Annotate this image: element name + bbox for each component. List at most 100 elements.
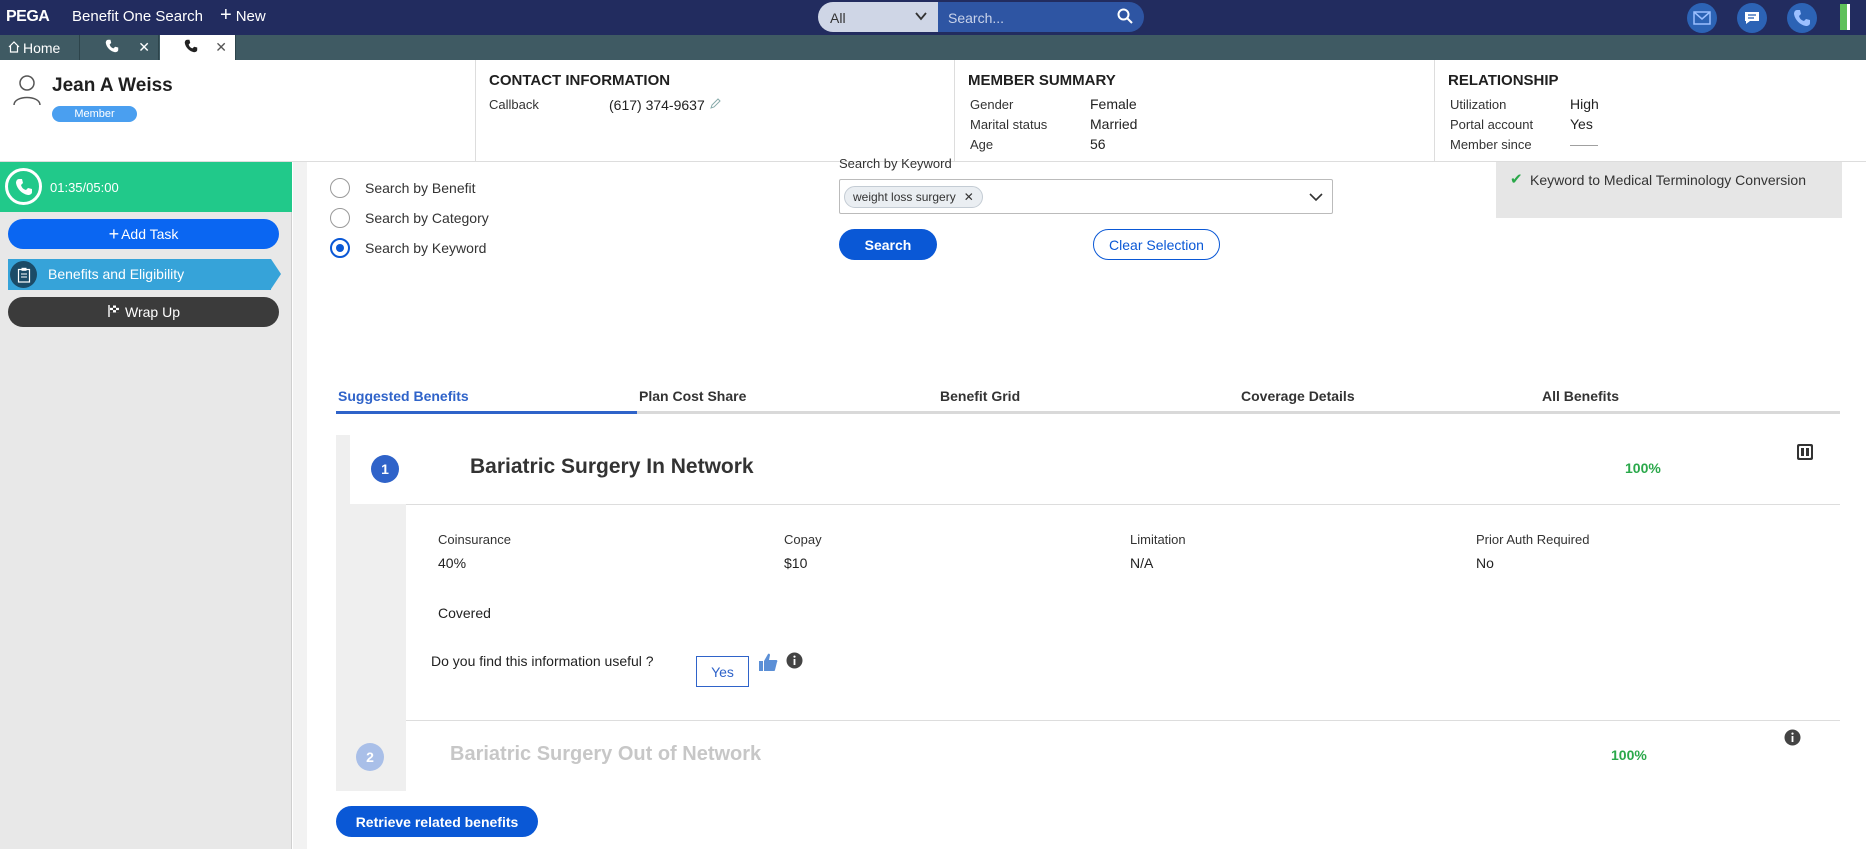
radio-dot-selected <box>330 238 350 258</box>
info-icon[interactable] <box>786 652 803 674</box>
member-summary: MEMBER SUMMARY Gender Female Marital sta… <box>954 60 1434 162</box>
phone-icon <box>105 39 119 56</box>
coinsurance-value: 40% <box>438 555 467 571</box>
thumbs-up-icon[interactable] <box>757 651 779 678</box>
relationship: RELATIONSHIP Utilization High Portal acc… <box>1434 60 1866 162</box>
global-search: All Search... <box>818 2 1144 32</box>
tab-bar: Home ✕ ✕ <box>0 35 1866 60</box>
pega-logo[interactable]: PEGA <box>6 8 50 26</box>
age-label: Age <box>970 137 994 152</box>
new-button[interactable]: + New <box>220 5 266 25</box>
benefit-1-rank: 1 <box>350 435 420 504</box>
email-icon[interactable] <box>1687 3 1717 33</box>
clear-selection-button[interactable]: Clear Selection <box>1093 229 1220 260</box>
timer-value: 01:35/05:00 <box>50 180 119 195</box>
tab-home-label: Home <box>23 39 61 56</box>
keyword-conversion-panel: ✔ Keyword to Medical Terminology Convers… <box>1496 162 1842 218</box>
plus-icon: + <box>220 4 232 26</box>
nav-arrow <box>271 259 281 289</box>
book-icon[interactable] <box>1796 443 1814 466</box>
radio-search-by-keyword[interactable]: Search by Keyword <box>330 238 486 258</box>
phone-icon[interactable] <box>1787 3 1817 33</box>
relationship-title: RELATIONSHIP <box>1448 72 1559 89</box>
benefit-1-title[interactable]: Bariatric Surgery In Network <box>470 455 754 479</box>
retrieve-related-benefits-button[interactable]: Retrieve related benefits <box>336 806 538 837</box>
tab-plan-cost-share[interactable]: Plan Cost Share <box>639 388 746 404</box>
tab-call-1[interactable]: ✕ <box>81 35 159 60</box>
callback-label: Callback <box>489 97 539 112</box>
close-icon[interactable]: ✕ <box>138 39 150 56</box>
chat-icon[interactable] <box>1737 3 1767 33</box>
benefit-1-match-percent: 100% <box>1625 460 1661 476</box>
radio-dot <box>330 208 350 228</box>
portal-value: Yes <box>1570 116 1593 132</box>
call-timer: 01:35/05:00 <box>0 162 292 212</box>
top-bar: PEGA Benefit One Search + New All Search.… <box>0 0 1866 35</box>
limitation-label: Limitation <box>1130 532 1186 547</box>
search-button[interactable]: Search <box>839 229 937 260</box>
portal-label: Portal account <box>1450 117 1534 132</box>
marital-value: Married <box>1090 116 1138 132</box>
tab-all-benefits[interactable]: All Benefits <box>1542 388 1619 404</box>
edit-pencil-icon[interactable] <box>709 97 721 115</box>
keyword-chip: weight loss surgery ✕ <box>844 186 983 208</box>
radio-label: Search by Category <box>365 210 489 226</box>
radio-label: Search by Keyword <box>365 240 487 256</box>
keyword-input[interactable]: weight loss surgery ✕ <box>839 179 1333 214</box>
plus-icon: + <box>108 223 120 244</box>
prior-auth-label: Prior Auth Required <box>1476 532 1590 547</box>
utilization-label: Utilization <box>1450 97 1507 112</box>
close-icon[interactable]: ✕ <box>215 39 227 56</box>
status-indicator <box>1840 4 1850 30</box>
keyword-label: Search by Keyword <box>839 156 952 171</box>
divider <box>406 504 1840 505</box>
chevron-down-icon[interactable] <box>1308 189 1324 210</box>
app-title[interactable]: Benefit One Search <box>72 8 203 25</box>
search-scope-select[interactable]: All <box>818 2 938 32</box>
close-icon[interactable]: ✕ <box>964 190 974 204</box>
radio-search-by-category[interactable]: Search by Category <box>330 208 489 228</box>
member-since-value: —— <box>1570 136 1598 152</box>
sidebar: 01:35/05:00 + Add Task Benefits and Elig… <box>0 162 292 849</box>
add-task-button[interactable]: + Add Task <box>8 219 279 249</box>
copay-value: $10 <box>784 555 808 571</box>
marital-label: Marital status <box>970 117 1048 132</box>
feedback-question: Do you find this information useful ? <box>431 653 654 669</box>
divider <box>406 720 1840 721</box>
tab-call-2[interactable]: ✕ <box>160 35 236 60</box>
search-input[interactable]: Search... <box>938 2 1144 32</box>
search-placeholder: Search... <box>948 10 1005 26</box>
tab-coverage-details[interactable]: Coverage Details <box>1241 388 1355 404</box>
coinsurance-label: Coinsurance <box>438 532 511 547</box>
tab-benefit-grid[interactable]: Benefit Grid <box>940 388 1020 404</box>
checkmark-icon: ✔ <box>1510 171 1523 188</box>
radio-search-by-benefit[interactable]: Search by Benefit <box>330 178 476 198</box>
radio-dot <box>330 178 350 198</box>
contact-title: CONTACT INFORMATION <box>489 72 671 89</box>
new-button-label: New <box>235 8 266 25</box>
summary-title: MEMBER SUMMARY <box>968 72 1116 89</box>
search-icon[interactable] <box>1116 7 1134 28</box>
feedback-yes-button[interactable]: Yes <box>696 656 749 687</box>
wrap-up-label: Wrap Up <box>125 304 180 320</box>
tab-home[interactable]: Home <box>0 35 80 60</box>
nav-benefits-label: Benefits and Eligibility <box>48 266 185 282</box>
search-scope-value: All <box>830 10 846 26</box>
benefit-2-title[interactable]: Bariatric Surgery Out of Network <box>450 743 761 766</box>
clipboard-icon <box>10 261 37 288</box>
keyword-chip-label: weight loss surgery <box>853 190 956 204</box>
flag-icon <box>107 304 121 321</box>
benefit-2-match-percent: 100% <box>1611 747 1647 763</box>
wrap-up-button[interactable]: Wrap Up <box>8 297 279 327</box>
phone-icon <box>184 39 198 56</box>
home-icon <box>8 40 20 56</box>
rank-number: 1 <box>371 455 399 483</box>
results-tabs: Suggested Benefits Plan Cost Share Benef… <box>336 382 1840 414</box>
tab-suggested-benefits[interactable]: Suggested Benefits <box>338 388 469 404</box>
limitation-value: N/A <box>1130 555 1154 571</box>
callback-value: (617) 374-9637 <box>609 97 705 113</box>
nav-benefits-eligibility[interactable]: Benefits and Eligibility <box>8 259 281 290</box>
gender-value: Female <box>1090 96 1137 112</box>
copay-label: Copay <box>784 532 822 547</box>
info-icon[interactable] <box>1784 729 1801 751</box>
